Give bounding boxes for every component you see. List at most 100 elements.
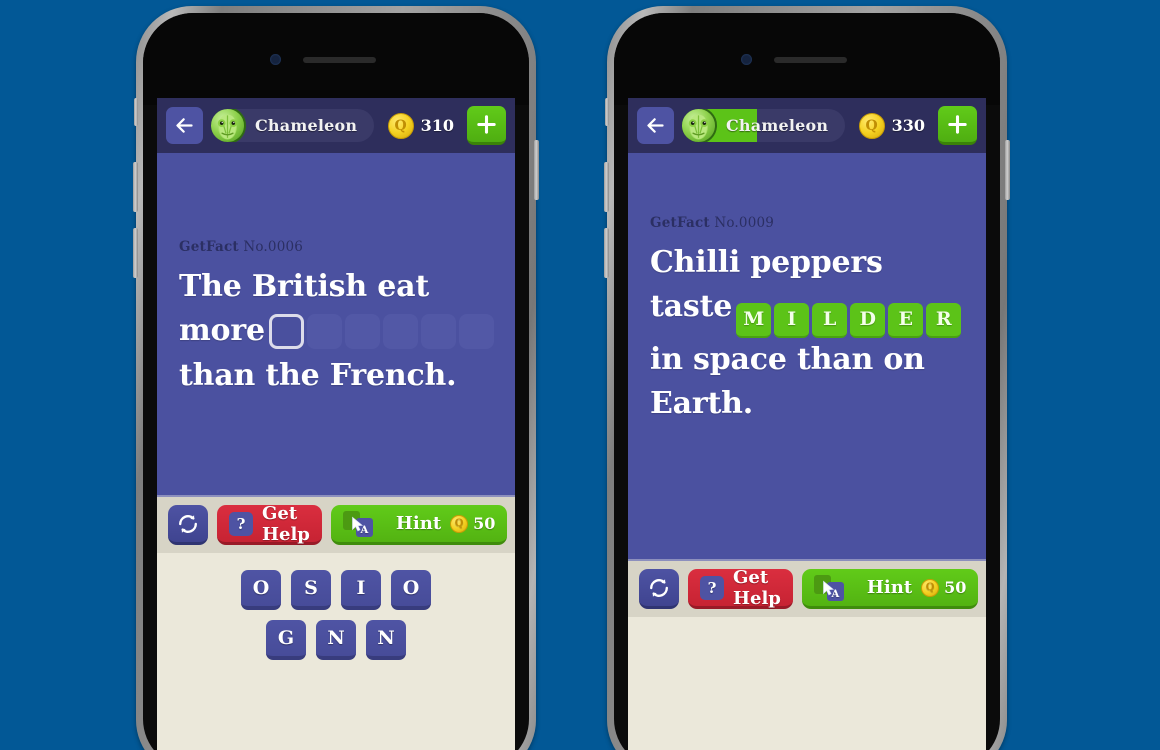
fact-line: Chilli peppers (650, 245, 883, 280)
coin-balance[interactable]: Q 330 (858, 112, 925, 139)
answer-slot[interactable] (382, 314, 418, 350)
fact-brand-label: GetFact (179, 239, 239, 255)
get-help-button[interactable]: ? Get Help (217, 502, 322, 546)
fact-line-with-answer: taste M I L D E R (650, 285, 964, 338)
earpiece-speaker (303, 57, 376, 63)
get-help-label: Get Help (262, 502, 310, 545)
fact-text: Chilli peppers taste M I L D E R in space than… (650, 241, 964, 427)
hint-cost-label: 50 (944, 578, 967, 598)
fact-line: than the French. (179, 357, 457, 393)
player-name-pill[interactable]: Chameleon (211, 109, 374, 142)
phone-screen-left: Chameleon Q 310 GetFact No.0006 The Brit… (157, 98, 515, 750)
phone-device-left: Chameleon Q 310 GetFact No.0006 The Brit… (133, 6, 539, 750)
fact-panel: GetFact No.0006 The British eat more tha… (157, 153, 515, 496)
letter-tile[interactable]: I (341, 570, 381, 611)
fact-line-text: taste (650, 289, 733, 325)
revealed-letter: R (926, 302, 962, 338)
coin-icon: Q (387, 112, 414, 139)
refresh-icon (650, 578, 668, 597)
refresh-icon (179, 514, 197, 533)
hint-button[interactable]: A Hint Q 50 (330, 505, 508, 546)
coin-icon: Q (921, 578, 940, 597)
back-button[interactable] (166, 107, 203, 144)
phone-screen-right: Chameleon Q 330 GetFact No.0009 Chilli p… (628, 98, 986, 750)
cursor-icon (352, 516, 363, 531)
mute-switch-button[interactable] (134, 98, 138, 126)
coin-icon: Q (858, 112, 885, 139)
letter-tile[interactable]: O (391, 570, 431, 611)
question-mark-icon: ? (229, 511, 253, 536)
shuffle-button[interactable] (639, 569, 679, 610)
fact-line-text: more (179, 313, 265, 349)
coin-count-label: 330 (891, 116, 925, 135)
hint-cost-label: 50 (473, 514, 496, 534)
power-button[interactable] (1005, 140, 1010, 200)
letter-tile[interactable]: O (241, 570, 281, 611)
letter-tile[interactable]: S (291, 570, 331, 611)
add-coins-button[interactable] (467, 106, 506, 145)
fact-label: GetFact No.0009 (650, 215, 964, 231)
app-header-bar: Chameleon Q 330 (628, 98, 986, 153)
chameleon-avatar-icon (217, 114, 238, 140)
letter-tile[interactable]: N (316, 620, 356, 661)
letter-tile[interactable]: N (366, 620, 406, 661)
shuffle-button[interactable] (168, 505, 208, 546)
revealed-letter: L (812, 302, 848, 338)
letter-tile[interactable]: G (266, 620, 306, 661)
coin-balance[interactable]: Q 310 (387, 112, 454, 139)
action-bar: ? Get Help A Hint Q 50 (628, 559, 986, 618)
revealed-letter: E (888, 302, 924, 338)
earpiece-speaker (774, 57, 847, 63)
revealed-answer-row: MILDER (736, 302, 962, 338)
fact-line: in space than on (650, 341, 925, 377)
letter-tray-right (628, 617, 986, 750)
player-name-pill[interactable]: Chameleon (682, 109, 845, 142)
chameleon-avatar-icon (688, 114, 709, 140)
hint-cost: Q 50 (921, 578, 966, 597)
arrow-left-icon (176, 118, 193, 133)
hint-button[interactable]: A Hint Q 50 (801, 569, 979, 610)
back-button[interactable] (637, 107, 674, 144)
fact-number-label: No.0009 (714, 215, 775, 231)
avatar[interactable] (211, 109, 246, 142)
letter-tray-left: O S I O G N N (157, 553, 515, 750)
letter-tile-row: O S I O (157, 570, 515, 611)
player-name-label: Chameleon (255, 116, 358, 135)
fact-line: Earth. (650, 386, 754, 422)
action-bar: ? Get Help A Hint Q 50 (157, 495, 515, 554)
power-button[interactable] (534, 140, 539, 200)
fact-line-with-slots: more (179, 309, 494, 353)
answer-slot[interactable] (420, 314, 456, 350)
volume-down-button[interactable] (604, 228, 609, 278)
answer-slot[interactable] (268, 314, 304, 350)
screenshot-stage: Chameleon Q 310 GetFact No.0006 The Brit… (0, 0, 1160, 750)
hint-cursor-tile-icon: A (813, 574, 844, 601)
get-help-label: Get Help (733, 566, 781, 609)
front-camera-icon (270, 54, 281, 65)
fact-label: GetFact No.0006 (179, 239, 493, 255)
fact-number-label: No.0006 (243, 239, 304, 255)
add-coins-button[interactable] (938, 106, 977, 145)
revealed-letter: M (736, 302, 772, 338)
fact-text: The British eat more than the French. (179, 265, 494, 398)
hint-label: Hint (395, 513, 442, 535)
volume-up-button[interactable] (604, 162, 609, 212)
cursor-icon (823, 580, 834, 596)
answer-slot-row[interactable] (268, 314, 494, 350)
avatar[interactable] (682, 109, 717, 142)
mute-switch-button[interactable] (605, 98, 609, 126)
player-name-label: Chameleon (726, 116, 829, 135)
volume-up-button[interactable] (133, 162, 138, 212)
answer-slot[interactable] (306, 314, 342, 350)
hint-label: Hint (866, 577, 913, 599)
volume-down-button[interactable] (133, 228, 138, 278)
answer-slot[interactable] (344, 314, 380, 350)
letter-tile-row: G N N (157, 620, 515, 661)
fact-line: The British eat (179, 269, 430, 304)
answer-slot[interactable] (458, 314, 494, 350)
get-help-button[interactable]: ? Get Help (688, 566, 793, 610)
phone-device-right: Chameleon Q 330 GetFact No.0009 Chilli p… (604, 6, 1010, 750)
hint-cost: Q 50 (450, 514, 495, 533)
fact-panel: GetFact No.0009 Chilli peppers taste M I L D… (628, 153, 986, 560)
revealed-letter: D (850, 302, 886, 338)
